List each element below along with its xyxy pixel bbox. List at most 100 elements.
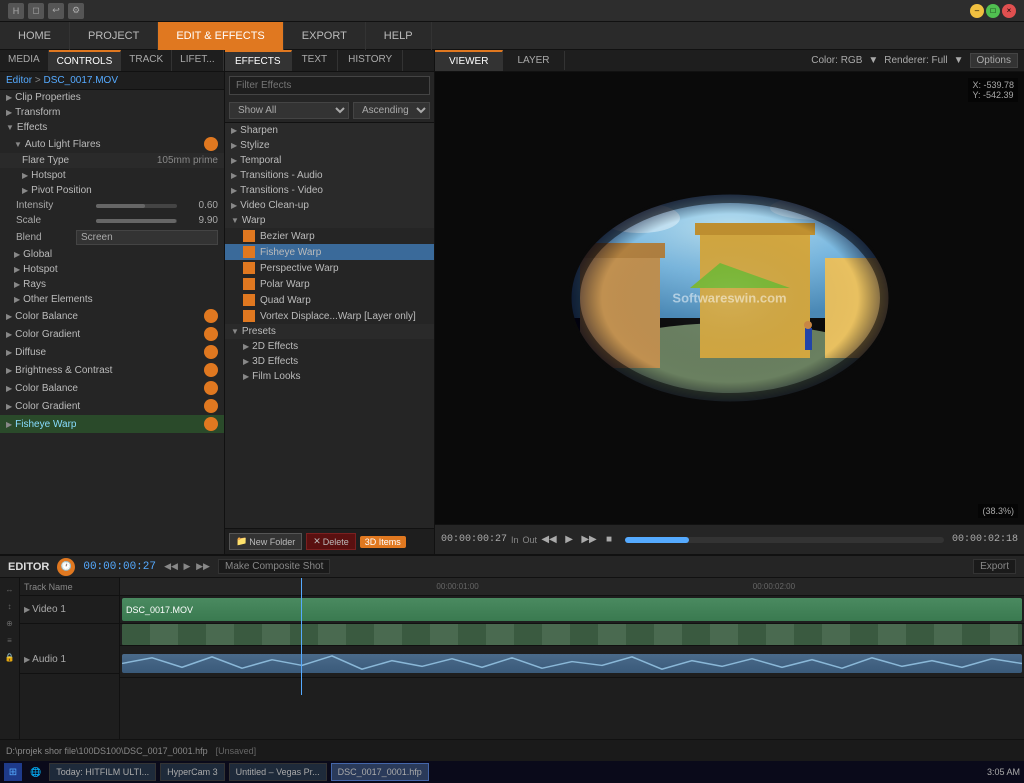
- editor-prev-button[interactable]: ◀◀: [164, 560, 178, 574]
- nav-help[interactable]: HELP: [366, 22, 432, 50]
- taskbar-hitfilm[interactable]: Today: HITFILM ULTI...: [49, 763, 156, 781]
- nav-home[interactable]: HOME: [0, 22, 70, 50]
- effects-item[interactable]: ▼ Effects: [0, 120, 224, 135]
- tab-controls[interactable]: CONTROLS: [49, 50, 122, 71]
- tab-history[interactable]: HISTORY: [338, 50, 403, 71]
- intensity-slider[interactable]: [96, 204, 177, 208]
- bezier-warp-item[interactable]: Bezier Warp: [225, 228, 434, 244]
- transitions-video-header[interactable]: ▶ Transitions - Video: [225, 183, 434, 198]
- stop-button[interactable]: ■: [601, 532, 617, 548]
- delete-button[interactable]: ✕ Delete: [306, 533, 356, 550]
- side-tool-2[interactable]: ↕: [3, 599, 17, 613]
- video-clip[interactable]: DSC_0017.MOV: [122, 598, 1022, 621]
- presets-group-header[interactable]: ▼ Presets: [225, 324, 434, 339]
- effect-item-icon: [243, 310, 255, 322]
- minimize-button[interactable]: –: [970, 4, 984, 18]
- play-button[interactable]: ▶: [561, 532, 577, 548]
- arrow-icon: ▶: [14, 280, 20, 289]
- clip-properties-item[interactable]: ▶ Clip Properties: [0, 90, 224, 105]
- pivot-position-item[interactable]: ▶ Pivot Position: [0, 183, 224, 198]
- perspective-warp-item[interactable]: Perspective Warp: [225, 260, 434, 276]
- effects-search-input[interactable]: [229, 76, 430, 95]
- other-elements-item[interactable]: ▶ Other Elements: [0, 292, 224, 307]
- tab-viewer[interactable]: VIEWER: [435, 50, 503, 71]
- viewer-area[interactable]: Softwareswin.com X: -539.78 Y: -542.39 (…: [435, 72, 1024, 524]
- hotspot2-item[interactable]: ▶ Hotspot: [0, 262, 224, 277]
- editor-play-button[interactable]: ▶: [180, 560, 194, 574]
- make-composite-button[interactable]: Make Composite Shot: [218, 559, 330, 574]
- film-looks-item[interactable]: ▶ Film Looks: [225, 369, 434, 384]
- tab-lifet[interactable]: LIFET...: [172, 50, 223, 71]
- taskbar-hitfilm-proj[interactable]: DSC_0017_0001.hfp: [331, 763, 429, 781]
- blend-dropdown[interactable]: Screen: [76, 230, 218, 245]
- tab-layer[interactable]: LAYER: [503, 51, 564, 70]
- 2d-effects-item[interactable]: ▶ 2D Effects: [225, 339, 434, 354]
- prev-frame-button[interactable]: ◀◀: [541, 532, 557, 548]
- nav-project[interactable]: PROJECT: [70, 22, 158, 50]
- transform-item[interactable]: ▶ Transform: [0, 105, 224, 120]
- side-tool-5[interactable]: 🔒: [3, 650, 17, 664]
- new-folder-button[interactable]: 📁 New Folder: [229, 533, 302, 550]
- tab-text[interactable]: TEXT: [292, 50, 339, 71]
- video-cleanup-header[interactable]: ▶ Video Clean-up: [225, 198, 434, 213]
- editor-next-button[interactable]: ▶▶: [196, 560, 210, 574]
- side-tool-3[interactable]: ⊕: [3, 616, 17, 630]
- intensity-row: Intensity 0.60: [0, 198, 224, 213]
- warp-group-header[interactable]: ▼ Warp: [225, 213, 434, 228]
- transitions-audio-header[interactable]: ▶ Transitions - Audio: [225, 168, 434, 183]
- tab-track[interactable]: TRACK: [121, 50, 172, 71]
- taskbar-hypercam[interactable]: HyperCam 3: [160, 763, 225, 781]
- maximize-button[interactable]: □: [986, 4, 1000, 18]
- scale-slider[interactable]: [96, 219, 177, 223]
- quad-warp-item[interactable]: Quad Warp: [225, 292, 434, 308]
- transitions-video-group: ▶ Transitions - Video: [225, 183, 434, 198]
- 3d-effects-item[interactable]: ▶ 3D Effects: [225, 354, 434, 369]
- diffuse-item[interactable]: ▶ Diffuse: [0, 343, 224, 361]
- audio-clip[interactable]: [122, 654, 1022, 673]
- nav-edit-effects[interactable]: EDIT & EFFECTS: [158, 22, 283, 50]
- close-button[interactable]: ×: [1002, 4, 1016, 18]
- side-tool-1[interactable]: ↔: [3, 582, 17, 596]
- ruler-mark-1: 00:00:01:00: [436, 582, 478, 591]
- thumbnails-row: [120, 624, 1024, 646]
- sharpen-group-header[interactable]: ▶ Sharpen: [225, 123, 434, 138]
- fisheye-warp-item[interactable]: ▶ Fisheye Warp: [0, 415, 224, 433]
- global-item[interactable]: ▶ Global: [0, 247, 224, 262]
- sort-dropdown[interactable]: Ascending: [353, 102, 430, 119]
- color-balance2-item[interactable]: ▶ Color Balance: [0, 379, 224, 397]
- temporal-group-header[interactable]: ▶ Temporal: [225, 153, 434, 168]
- video-preview: Softwareswin.com X: -539.78 Y: -542.39 (…: [435, 72, 1024, 524]
- show-all-dropdown[interactable]: Show All: [229, 102, 349, 119]
- hotspot-item[interactable]: ▶ Hotspot: [0, 168, 224, 183]
- brightness-contrast-item[interactable]: ▶ Brightness & Contrast: [0, 361, 224, 379]
- top-navigation: HOME PROJECT EDIT & EFFECTS EXPORT HELP: [0, 22, 1024, 50]
- delete-label: Delete: [323, 537, 349, 547]
- color-gradient2-item[interactable]: ▶ Color Gradient: [0, 397, 224, 415]
- flare-type-value: 105mm prime: [157, 155, 218, 166]
- tab-media[interactable]: MEDIA: [0, 50, 49, 71]
- rays-item[interactable]: ▶ Rays: [0, 277, 224, 292]
- side-tool-4[interactable]: ≡: [3, 633, 17, 647]
- track-header: Track Name: [20, 578, 119, 596]
- taskbar-vegas[interactable]: Untitled – Vegas Pr...: [229, 763, 327, 781]
- options-button[interactable]: Options: [970, 53, 1018, 68]
- polar-warp-item[interactable]: Polar Warp: [225, 276, 434, 292]
- timeline-content[interactable]: 00:00:01:00 00:00:02:00 DSC_0017.MOV: [120, 578, 1024, 739]
- vortex-item[interactable]: Vortex Displace...Warp [Layer only]: [225, 308, 434, 324]
- next-frame-button[interactable]: ▶▶: [581, 532, 597, 548]
- start-button[interactable]: ⊞: [4, 763, 22, 781]
- fisheye-warp-effect-label: Fisheye Warp: [260, 247, 321, 258]
- color-gradient-item[interactable]: ▶ Color Gradient: [0, 325, 224, 343]
- color-balance-item[interactable]: ▶ Color Balance: [0, 307, 224, 325]
- auto-light-flares-item[interactable]: ▼ Auto Light Flares: [0, 135, 224, 153]
- color-balance-label: Color Balance: [15, 311, 201, 322]
- export-button[interactable]: Export: [973, 559, 1016, 574]
- window-controls[interactable]: – □ ×: [970, 4, 1016, 18]
- warp-label: Warp: [242, 215, 428, 226]
- stylize-group-header[interactable]: ▶ Stylize: [225, 138, 434, 153]
- tab-effects[interactable]: EFFECTS: [225, 50, 292, 71]
- nav-export[interactable]: EXPORT: [284, 22, 366, 50]
- arrow-icon: ▶: [6, 93, 12, 102]
- playhead-bar[interactable]: [625, 537, 944, 543]
- fisheye-warp-effect-item[interactable]: Fisheye Warp: [225, 244, 434, 260]
